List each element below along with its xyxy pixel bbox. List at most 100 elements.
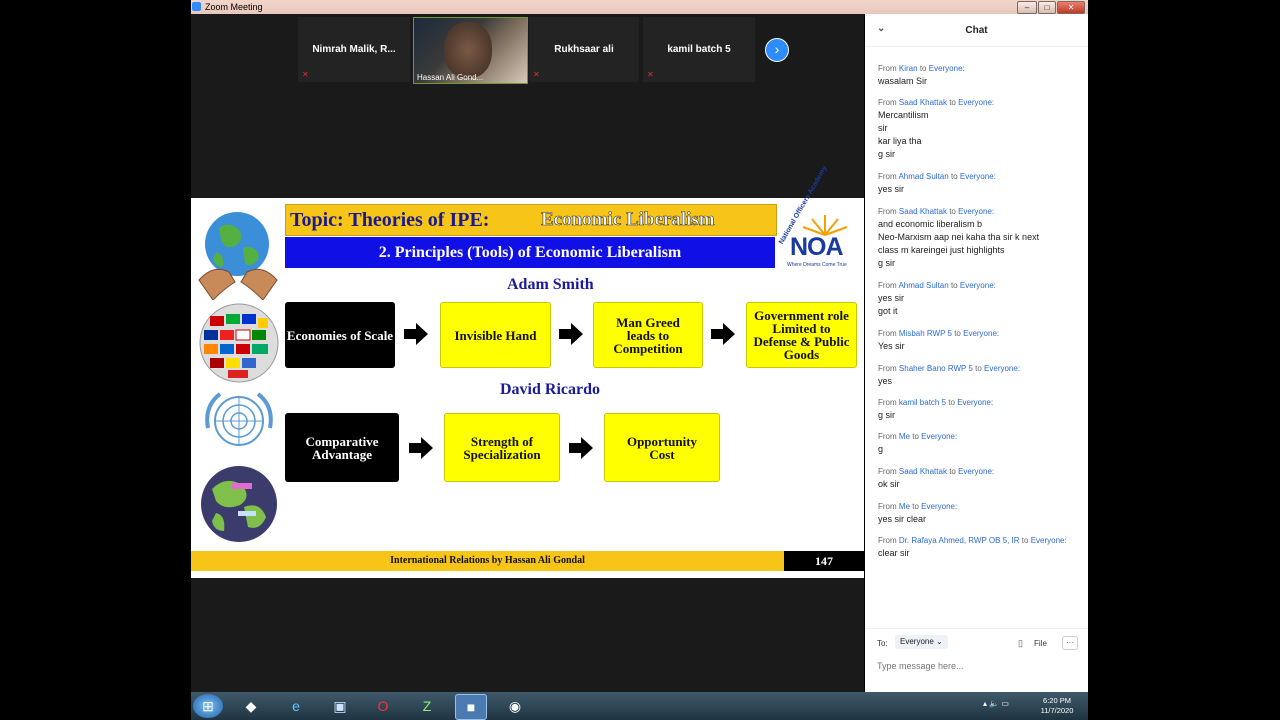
noa-tagline: Where Dreams Come True <box>787 262 847 268</box>
message-recipient: Everyone: <box>963 329 1000 338</box>
chat-message: From Saad Khattak to Everyone: and econom… <box>878 205 1039 270</box>
chat-header: ⌄ Chat <box>865 14 1088 47</box>
message-text: g <box>878 444 884 454</box>
message-header: From Me to Everyone: <box>878 430 957 443</box>
chat-panel: ⌄ Chat From Kiran to Everyone: wasalam Si… <box>865 14 1088 692</box>
message-header: From Misbah RWP 5 to Everyone: <box>878 327 999 340</box>
message-header: From Me to Everyone: <box>878 500 957 513</box>
economies-of-scale-box: Economies of Scale <box>285 302 395 368</box>
message-recipient: Everyone: <box>921 432 958 441</box>
to-label: to <box>912 432 919 441</box>
message-sender: Me <box>898 502 911 511</box>
clock-time: 6:20 PM <box>1043 696 1071 705</box>
next-participants-button[interactable]: › <box>765 38 789 62</box>
message-text: got it <box>878 306 898 316</box>
obs-icon[interactable]: ◉ <box>500 694 530 718</box>
strength-of-specialization-box: Strength of Specialization <box>444 413 560 482</box>
file-button[interactable]: File <box>1034 639 1047 648</box>
file-icon[interactable]: ▯ <box>1018 638 1023 649</box>
chat-message: From Dr. Rafaya Ahmed, RWP OB 5, IR to E… <box>878 534 1067 560</box>
system-clock[interactable]: 6:20 PM 11/7/2020 <box>1037 696 1077 716</box>
to-label: to <box>948 398 955 407</box>
to-label: to <box>919 64 927 73</box>
message-recipient: Everyone: <box>958 98 995 107</box>
more-options-button[interactable]: ··· <box>1062 636 1078 650</box>
chat-message: From Saad Khattak to Everyone: Mercantili… <box>878 96 994 161</box>
message-recipient: Everyone: <box>959 172 996 181</box>
message-text: clear sir <box>878 548 910 558</box>
message-header: From Ahmad Sultan to Everyone: <box>878 170 996 183</box>
zoom-taskbar-icon[interactable]: ■ <box>455 694 487 720</box>
participant-tile[interactable]: Nimrah Malik, R... ✕ <box>298 17 410 82</box>
message-sender: Kiran <box>898 64 918 73</box>
message-text: Mercantilism <box>878 110 929 120</box>
participant-video-tile[interactable]: Hassan Ali Gond... <box>413 17 528 84</box>
chat-message: From kamil batch 5 to Everyone: g sir <box>878 396 993 422</box>
participant-name: Rukhsaar ali <box>554 44 614 55</box>
chat-composer: To: Everyone ⌄ ▯ File ··· <box>865 628 1088 693</box>
start-button[interactable]: ⊞ <box>193 694 223 718</box>
from-label: From <box>878 502 897 511</box>
government-role-box: Government role Limited to Defense & Pub… <box>746 302 857 368</box>
message-text: g sir <box>878 410 896 420</box>
tray-icons[interactable]: ▴ 🔈 ▭ <box>983 699 1009 708</box>
window-title-bar: Zoom Meeting – □ ✕ <box>191 0 1088 14</box>
participant-tile[interactable]: Rukhsaar ali ✕ <box>529 17 639 82</box>
comparative-advantage-box: Comparative Advantage <box>285 413 399 482</box>
from-label: From <box>878 364 897 373</box>
media-app-icon[interactable]: ◆ <box>236 694 266 718</box>
to-label: to <box>975 364 982 373</box>
chat-message: From Misbah RWP 5 to Everyone: Yes sir <box>878 327 999 353</box>
to-label: to <box>912 502 919 511</box>
to-label: to <box>954 329 961 338</box>
from-label: From <box>878 207 897 216</box>
to-label: to <box>949 467 956 476</box>
message-header: From Saad Khattak to Everyone: <box>878 465 994 478</box>
message-header: From Dr. Rafaya Ahmed, RWP OB 5, IR to E… <box>878 534 1067 547</box>
slide-heading: 2. Principles (Tools) of Economic Libera… <box>285 237 775 268</box>
maximize-button[interactable]: □ <box>1038 1 1056 14</box>
message-text: Neo-Marxism aap nei kaha tha sir k next <box>878 232 1040 242</box>
opportunity-cost-box: Opportunity Cost <box>604 413 720 482</box>
adam-smith-title: Adam Smith <box>507 276 594 293</box>
remote-app-icon[interactable]: ▣ <box>325 694 355 718</box>
invisible-hand-box: Invisible Hand <box>440 302 551 368</box>
chat-message-input[interactable] <box>875 657 1079 675</box>
message-sender: Me <box>898 432 911 441</box>
right-arrow-icon <box>569 437 593 459</box>
opera-icon[interactable]: O <box>368 694 398 718</box>
message-sender: Saad Khattak <box>898 207 947 216</box>
message-header: From Kiran to Everyone: <box>878 62 965 75</box>
message-sender: Saad Khattak <box>898 98 947 107</box>
word-cloud-globe-image <box>201 466 277 542</box>
minimize-button[interactable]: – <box>1017 1 1037 14</box>
close-window-button[interactable]: ✕ <box>1057 1 1085 14</box>
from-label: From <box>878 64 897 73</box>
message-text: kar liya tha <box>878 136 922 146</box>
chat-message: From Ahmad Sultan to Everyone: yes sir got… <box>878 279 996 318</box>
participant-tile[interactable]: kamil batch 5 ✕ <box>643 17 755 82</box>
message-header: From Shaher Bano RWP 5 to Everyone: <box>878 362 1020 375</box>
muted-mic-icon: ✕ <box>647 70 654 79</box>
app-icon[interactable]: Z <box>412 694 442 718</box>
zoom-app-icon <box>192 2 201 11</box>
chat-message: From Me to Everyone: g <box>878 430 957 456</box>
message-text: ok sir <box>878 479 900 489</box>
to-label: to <box>949 98 956 107</box>
right-arrow-icon <box>711 323 735 345</box>
participant-video <box>444 22 492 78</box>
chat-message: From Shaher Bano RWP 5 to Everyone: yes <box>878 362 1020 388</box>
chat-title: Chat <box>965 25 988 36</box>
chat-message: From Saad Khattak to Everyone: ok sir <box>878 465 994 491</box>
recipient-select[interactable]: Everyone ⌄ <box>895 635 948 649</box>
message-recipient: Everyone: <box>958 207 995 216</box>
slide-topic-subject: Economic Liberalism <box>541 209 715 231</box>
message-header: From Ahmad Sultan to Everyone: <box>878 279 996 292</box>
chat-message: From Me to Everyone: yes sir clear <box>878 500 957 526</box>
message-recipient: Everyone: <box>959 281 996 290</box>
participant-name: Hassan Ali Gond... <box>417 73 484 82</box>
message-sender: Saad Khattak <box>898 467 947 476</box>
muted-mic-icon: ✕ <box>533 70 540 79</box>
message-text: Yes sir <box>878 341 905 351</box>
internet-explorer-icon[interactable]: e <box>281 694 311 718</box>
